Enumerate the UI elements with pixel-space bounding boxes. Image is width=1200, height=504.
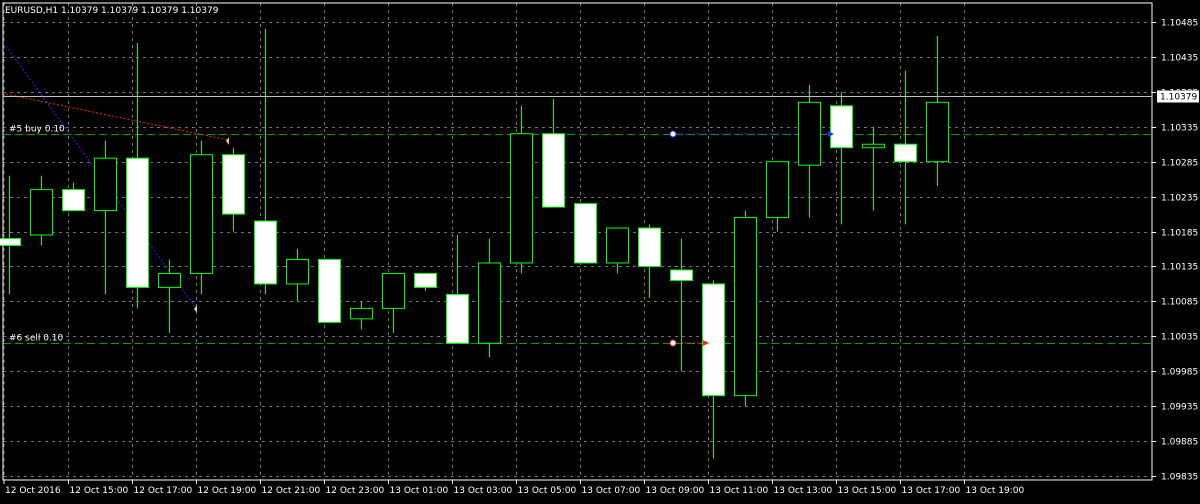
y-tick-label: 1.10035 [1161,333,1198,343]
x-tick-label: 12 Oct 19:00 [198,486,257,496]
candle [862,126,885,211]
open-buy-point [669,130,677,138]
candle-body-bear [830,105,853,149]
candle [254,28,277,295]
x-tick-label: 12 Oct 23:00 [326,486,385,496]
x-tick-label: 13 Oct 01:00 [390,486,449,496]
x-tick-label: 12 Oct 21:00 [262,486,321,496]
candle [702,280,725,459]
x-tick-label: 13 Oct 09:00 [646,486,705,496]
candle-body-bear [222,154,245,215]
candle-body-bear [670,269,693,281]
y-tick-label: 1.09935 [1161,403,1198,413]
candle [830,91,853,225]
candle-body-bull [30,189,53,236]
candle-body-bear [62,189,85,212]
x-tick-label: 13 Oct 17:00 [902,486,961,496]
candle [414,272,437,291]
y-tick-label: 1.10085 [1161,298,1198,308]
candle-body-bull [190,154,213,274]
axes: 1.104851.104351.103851.103351.102851.102… [2,2,1199,496]
x-tick-label: 13 Oct 11:00 [710,486,769,496]
candle [94,140,117,295]
open-sell-point [669,339,677,347]
candle [670,238,693,372]
y-tick-label: 1.09885 [1161,438,1198,448]
y-tick-label: 1.10285 [1161,159,1198,169]
candle [574,203,597,264]
chart-header: EURUSD,H1 1.10379 1.10379 1.10379 1.1037… [5,6,219,16]
candle-body-bull [158,272,181,288]
candle [158,259,181,333]
candle-body-bull [94,157,117,212]
candle-body-bull [766,161,789,219]
candles [0,28,949,459]
candle [734,210,757,407]
candle-body-bull [382,272,405,309]
candle-body-bear [894,143,917,163]
candle [446,235,469,344]
x-tick-label: 13 Oct 03:00 [454,486,513,496]
candle [606,227,629,274]
y-tick-label: 1.10185 [1161,229,1198,239]
y-tick-label: 1.09835 [1161,473,1198,483]
y-tick-label: 1.10435 [1161,54,1198,64]
candle-body-bear [638,227,661,267]
candle [190,140,213,295]
candle-body-bull [734,217,757,397]
order-label: #6 sell 0.10 [9,334,64,344]
candle [894,70,917,225]
order-label: #5 buy 0.10 [9,125,65,135]
candle-body-bull [286,258,309,285]
candle [350,301,373,330]
candle-body-bear [702,283,725,397]
current-price-label: 1.10379 [1160,93,1197,103]
y-tick-label: 1.09985 [1161,368,1198,378]
price-chart[interactable]: #5 buy 0.10 #6 sell 0.10 1.10485 1.10435 1.… [0,0,1200,500]
candle [926,35,949,187]
y-tick-label: 1.10485 [1161,19,1198,29]
candle-body-bull [798,101,821,166]
y-tick-label: 1.10335 [1161,124,1198,134]
x-tick-label: 13 Oct 07:00 [582,486,641,496]
candle-body-bull [350,307,373,320]
candle-body-bear [446,293,469,344]
candle-body-bear [414,272,437,288]
candle [542,98,565,208]
closed-sell-marker [226,137,229,145]
candle-body-bull [478,262,501,344]
candle [62,182,85,212]
y-tick-label: 1.10135 [1161,263,1198,273]
x-tick-label: 13 Oct 19:00 [966,486,1025,496]
chart-svg[interactable]: #5 buy 0.10 #6 sell 0.10 1.10485 1.10435 1.… [0,0,1200,500]
candle-body-bull [510,133,533,264]
candle [30,175,53,246]
x-tick-label: 12 Oct 17:00 [134,486,193,496]
x-tick-label: 12 Oct 2016 [5,486,61,496]
candle [286,249,309,302]
candle-body-bear [574,203,597,264]
candle [126,42,149,309]
x-tick-label: 12 Oct 15:00 [70,486,129,496]
candle [382,272,405,333]
candle [478,238,501,358]
candle [510,105,533,274]
candle-body-bear [126,157,149,288]
y-tick-label: 1.10235 [1161,194,1198,204]
candle-body-bear [318,258,341,323]
candle-body-bull [606,227,629,264]
candle [318,258,341,323]
candle [222,147,245,232]
candle [766,161,789,232]
x-tick-label: 13 Oct 13:00 [774,486,833,496]
x-tick-label: 13 Oct 05:00 [518,486,577,496]
candle-body-bull [862,143,885,149]
x-tick-label: 13 Oct 15:00 [838,486,897,496]
candle-body-bear [254,220,277,285]
candle-body-bear [542,133,565,208]
candle-body-bull [926,101,949,163]
candle [638,224,661,298]
